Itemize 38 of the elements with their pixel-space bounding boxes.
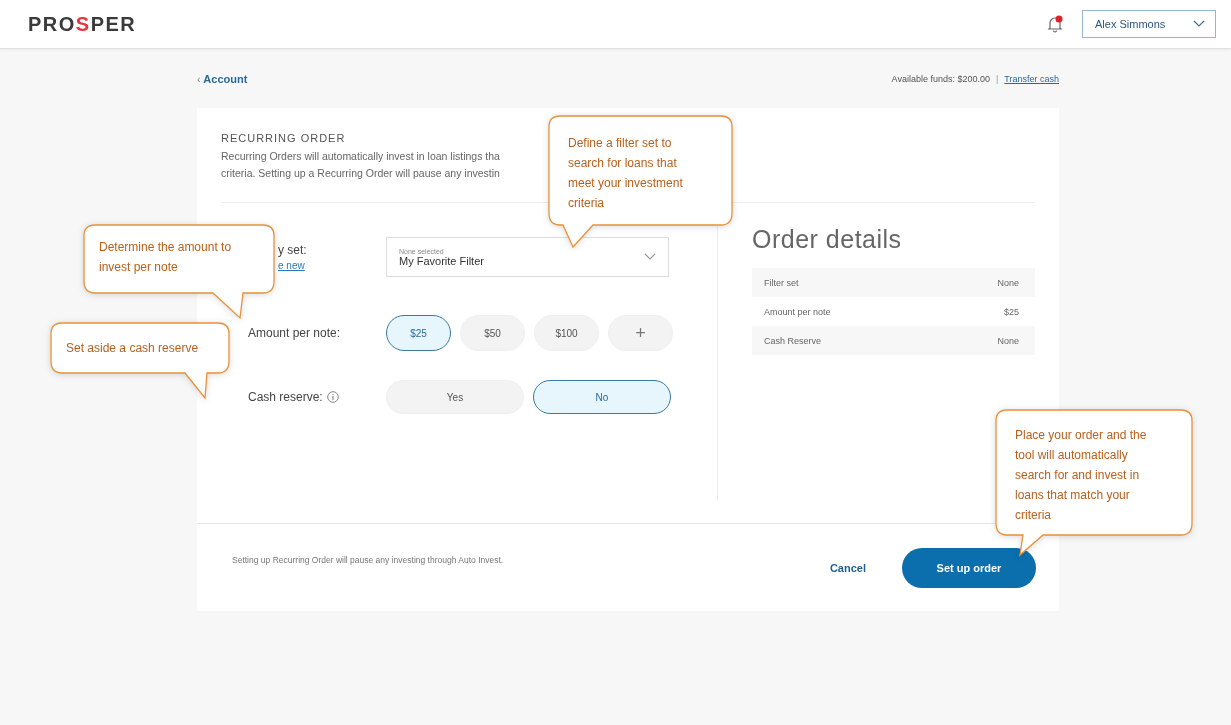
callout: Set aside a cash reserve	[50, 322, 230, 400]
callout: Define a filter set to search for loans that meet your investment criteria	[548, 115, 733, 249]
separator: |	[995, 74, 999, 84]
set-up-order-button[interactable]: Set up order	[902, 547, 1036, 588]
create-new-link[interactable]: e new	[278, 260, 305, 271]
available-funds: Available funds: $200.00	[891, 74, 990, 84]
amount-option[interactable]: $100	[534, 315, 599, 351]
detail-label: Amount per note	[764, 306, 831, 317]
cash-reserve-option[interactable]: Yes	[386, 380, 524, 414]
notification-bell-icon[interactable]	[1046, 15, 1064, 33]
detail-value: $25	[1003, 306, 1019, 317]
footer-note: Setting up Recurring Order will pause any investing through Auto Invest.	[232, 554, 504, 565]
cancel-button[interactable]: Cancel	[823, 560, 872, 575]
amount-option[interactable]: $50	[460, 315, 525, 351]
order-details-title: Order details	[752, 225, 903, 254]
cash-reserve-label: Cash reserve:	[248, 390, 323, 404]
amount-option[interactable]: $25	[386, 315, 451, 351]
transfer-cash-link[interactable]: Transfer cash	[1004, 74, 1059, 84]
amount-option[interactable]: +	[608, 315, 673, 351]
dropdown-value: My Favorite Filter	[399, 254, 484, 267]
callout: Place your order and the tool will automatically search for and invest in loans that match your criteria	[995, 409, 1193, 557]
description-text: Recurring Orders will automatically invest in loan listings tha	[221, 149, 500, 164]
section-title: RECURRING ORDER	[221, 132, 346, 144]
detail-label: Filter set	[764, 277, 799, 288]
detail-label: Cash Reserve	[764, 335, 822, 346]
amount-label: Amount per note:	[248, 326, 341, 340]
detail-value: None	[997, 277, 1019, 288]
chevron-down-icon	[1193, 20, 1205, 28]
logo[interactable]: PROSPER	[28, 12, 137, 36]
description-text: criteria. Setting up a Recurring Order will pause any investin	[221, 166, 500, 181]
cash-reserve-option[interactable]: No	[533, 380, 671, 414]
back-link[interactable]: ‹ Account	[197, 73, 248, 85]
chevron-down-icon	[644, 253, 656, 261]
info-icon[interactable]	[326, 391, 339, 403]
user-menu[interactable]: Alex Simmons	[1082, 10, 1216, 38]
detail-value: None	[997, 335, 1019, 346]
callout: Determine the amount to invest per note	[83, 224, 275, 320]
filter-set-label: y set:	[278, 243, 307, 257]
